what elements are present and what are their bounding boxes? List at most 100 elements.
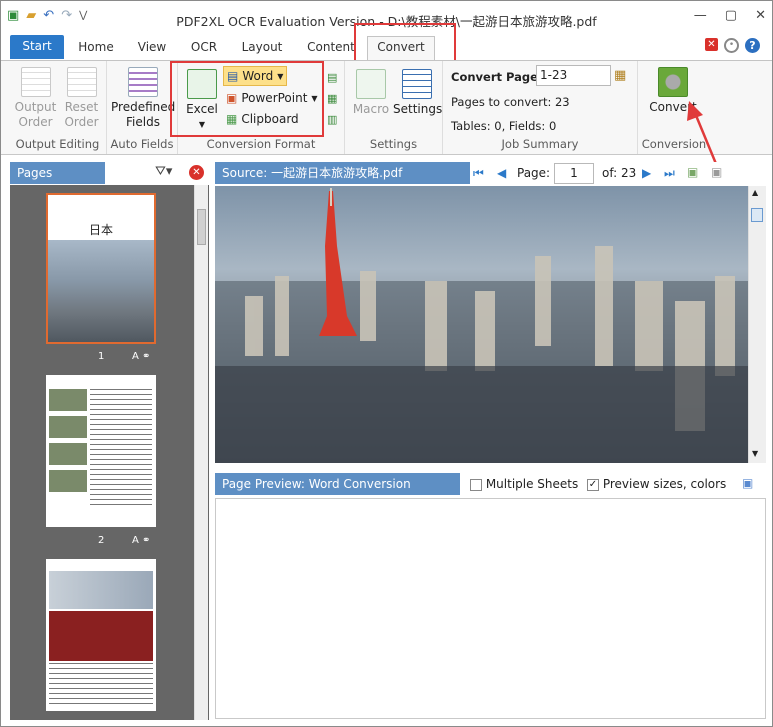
- macro-icon: [356, 69, 386, 99]
- preview-sizes-checkbox[interactable]: ✓: [587, 478, 599, 491]
- convert-pages-label: Convert Pages:: [451, 70, 550, 84]
- page-thumbnail-1[interactable]: 日本: [46, 193, 156, 344]
- group-settings: Macro Settings Settings: [345, 61, 443, 154]
- thumb-2-text: [90, 389, 152, 509]
- page-label: Page:: [517, 166, 551, 180]
- predefined-fields-label: Predefined Fields: [111, 100, 176, 129]
- thumb-1-status-icons: A ⚭: [132, 351, 151, 362]
- viewer-scroll-thumb[interactable]: [751, 208, 763, 222]
- thumb-2-status-icons: A ⚭: [132, 535, 151, 546]
- auto-fields-label: Auto Fields: [110, 137, 174, 151]
- convert-pages-input[interactable]: 1-23: [536, 65, 611, 86]
- preview-sizes-option[interactable]: ✓ Preview sizes, colors: [587, 477, 726, 491]
- tab-layout[interactable]: Layout: [238, 39, 286, 60]
- tab-row-icons: ✕ • ?: [705, 38, 760, 53]
- tab-home[interactable]: Home: [73, 39, 119, 60]
- page-range-icon[interactable]: ▦: [614, 68, 626, 83]
- scroll-down-icon[interactable]: ▼: [752, 449, 758, 458]
- next-page-icon[interactable]: ▶: [642, 166, 651, 180]
- group-job-summary: Convert Pages: 1-23 ▦ Pages to convert: …: [443, 61, 638, 154]
- preview-settings-icon[interactable]: ▣: [742, 476, 753, 490]
- source-label: Source: 一起游日本旅游攻略.pdf: [222, 166, 403, 180]
- pages-to-convert-text: Pages to convert: 23: [451, 95, 570, 109]
- page-image: [215, 186, 748, 463]
- conversion-format-label: Conversion Format: [206, 137, 316, 151]
- page-count: of: 23: [602, 166, 637, 180]
- page-thumbnail-2[interactable]: [46, 375, 156, 527]
- pages-header-tools: ⛛▾ ✕: [105, 162, 209, 184]
- preview-area: [215, 498, 766, 719]
- last-page-icon[interactable]: ⏭: [664, 166, 675, 181]
- window-controls: — ▢ ✕: [694, 8, 766, 23]
- thumb-2-number: 2: [98, 535, 105, 546]
- scroll-up-icon[interactable]: ▲: [752, 188, 758, 197]
- tab-content[interactable]: Content: [303, 39, 359, 60]
- ribbon: Output Order Reset Order Output Editing …: [1, 60, 772, 155]
- macro-button[interactable]: Macro: [351, 69, 391, 117]
- thumb-3-text: [49, 663, 153, 705]
- settings-checklist-icon: [402, 69, 432, 99]
- source-header: Source: 一起游日本旅游攻略.pdf: [215, 162, 470, 184]
- preview-label: Page Preview: Word Conversion: [222, 477, 411, 491]
- tables-fields-text: Tables: 0, Fields: 0: [451, 119, 557, 133]
- output-order-button[interactable]: Output Order: [13, 67, 58, 130]
- help-icon[interactable]: ?: [745, 38, 760, 53]
- group-auto-fields: Predefined Fields Auto Fields: [107, 61, 178, 154]
- predefined-fields-icon: [128, 67, 158, 97]
- pages-scroll-thumb[interactable]: [197, 209, 206, 245]
- macro-label: Macro: [352, 102, 390, 116]
- thumb-1-title: 日本: [88, 223, 113, 237]
- thumb-1-number: 1: [98, 351, 105, 362]
- close-icon[interactable]: ✕: [755, 8, 766, 23]
- export-page-icon[interactable]: ▣: [687, 165, 698, 179]
- gear-icon[interactable]: •: [724, 38, 739, 53]
- app-window: ▣ ▰ ↶ ↷ ⋁ PDF2XL OCR Evaluation Version …: [0, 0, 773, 727]
- settings-label: Settings: [393, 102, 443, 116]
- page-number-input[interactable]: 1: [554, 163, 594, 184]
- close-document-icon[interactable]: ✕: [705, 38, 718, 51]
- document-viewer[interactable]: [215, 186, 748, 463]
- predefined-fields-button[interactable]: Predefined Fields: [111, 67, 175, 130]
- settings-button[interactable]: Settings: [393, 69, 443, 117]
- output-order-label: Output Order: [14, 100, 57, 129]
- tab-start[interactable]: Start: [10, 35, 64, 59]
- page-thumbnail-3[interactable]: [46, 559, 156, 711]
- ribbon-tabs: Start Home View OCR Layout Content Conve…: [1, 23, 772, 65]
- pages-title: Pages: [17, 166, 53, 180]
- page-tool-icon[interactable]: ▣: [711, 165, 722, 179]
- viewer-scrollbar[interactable]: ▲ ▼: [748, 186, 766, 463]
- pages-scrollbar[interactable]: [194, 185, 208, 720]
- reset-order-icon: [66, 67, 97, 97]
- reset-order-button[interactable]: Reset Order: [59, 67, 104, 130]
- prev-page-icon[interactable]: ◀: [497, 166, 506, 180]
- close-panel-icon[interactable]: ✕: [189, 165, 204, 180]
- thumb-3-band: [49, 611, 153, 661]
- source-toolbar: Source: 一起游日本旅游攻略.pdf ⏮ ◀ Page: 1 of: 23…: [215, 162, 766, 186]
- preview-header: Page Preview: Word Conversion: [215, 473, 460, 495]
- thumb-2-images: [49, 389, 87, 497]
- filter-icon[interactable]: ⛛▾: [155, 164, 172, 179]
- multiple-sheets-checkbox[interactable]: [470, 478, 482, 491]
- settings-group-label: Settings: [369, 137, 418, 151]
- tab-view[interactable]: View: [132, 39, 172, 60]
- first-page-icon[interactable]: ⏮: [473, 166, 484, 181]
- thumb-1-image: [48, 240, 154, 342]
- tab-ocr[interactable]: OCR: [184, 39, 224, 60]
- reset-order-label: Reset Order: [64, 100, 99, 129]
- output-order-icon: [20, 67, 51, 97]
- highlight-convert-tab: [354, 23, 456, 65]
- minimize-icon[interactable]: —: [694, 8, 707, 23]
- thumb-3-image: [49, 571, 153, 609]
- convert-gears-icon: [658, 67, 688, 97]
- preview-sizes-label: Preview sizes, colors: [602, 477, 727, 491]
- pages-panel: 日本 1 A ⚭ 2 A ⚭: [10, 185, 209, 720]
- pages-panel-header: Pages: [10, 162, 105, 184]
- highlight-word-format: [170, 61, 324, 137]
- maximize-icon[interactable]: ▢: [725, 8, 737, 23]
- group-output-editing: Output Order Reset Order Output Editing: [9, 61, 107, 154]
- format-options-icons[interactable]: ▤ ▦ ▥: [327, 67, 337, 130]
- multiple-sheets-option[interactable]: Multiple Sheets: [470, 477, 578, 491]
- preview-toolbar: Page Preview: Word Conversion Multiple S…: [215, 473, 766, 497]
- multiple-sheets-label: Multiple Sheets: [485, 477, 579, 491]
- job-summary-label: Job Summary: [501, 137, 579, 151]
